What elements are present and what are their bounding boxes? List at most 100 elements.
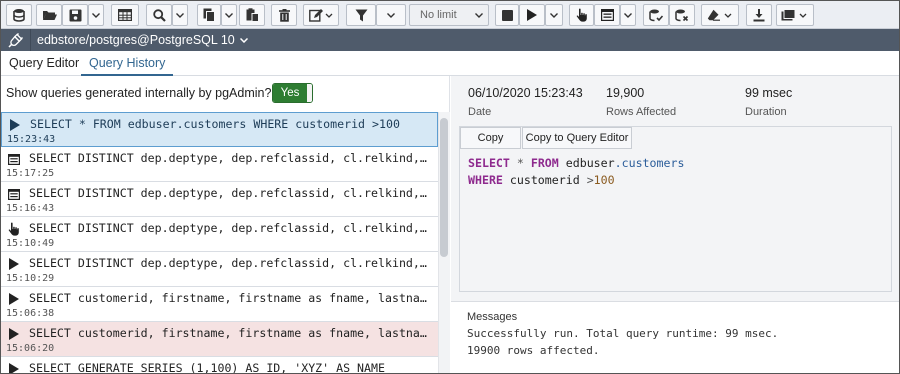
history-entry-time: 15:06:20: [6, 343, 55, 354]
history-entry-error[interactable]: SELECT customerid, firstname, firstname …: [1, 322, 438, 357]
history-entry[interactable]: SELECT DISTINCT dep.deptype, dep.refclas…: [1, 217, 438, 252]
play-icon: [8, 118, 22, 132]
macros-icon[interactable]: [776, 4, 814, 26]
execute-dropdown-chevron-icon[interactable]: [545, 4, 563, 26]
play-icon: [7, 327, 21, 341]
copy-dropdown-chevron-icon[interactable]: [221, 4, 237, 26]
list-explain-icon: [7, 187, 21, 201]
filter-icon[interactable]: [346, 4, 376, 26]
connection-bar[interactable]: edbstore/postgres@PostgreSQL 10: [1, 29, 899, 51]
detail-duration-value: 99 msec: [745, 86, 793, 100]
database-icon[interactable]: [6, 4, 32, 26]
explain-dropdown-chevron-icon[interactable]: [620, 4, 636, 26]
messages-panel: Messages Successfully run. Total query r…: [451, 301, 899, 373]
stop-icon[interactable]: [495, 4, 519, 26]
history-scrollbar-thumb[interactable]: [440, 118, 448, 257]
chevron-down-icon[interactable]: [239, 35, 248, 45]
messages-title: Messages: [467, 311, 518, 323]
history-entry-query: SELECT DISTINCT dep.deptype, dep.refclas…: [29, 221, 427, 235]
detail-rows: 19,900 Rows Affected: [606, 86, 676, 118]
history-entry-time: 15:06:38: [6, 308, 55, 319]
editor-tabs: Query Editor Query History: [1, 51, 899, 76]
detail-date-label: Date: [468, 106, 492, 118]
limit-select-value: No limit: [420, 9, 457, 21]
sql-number: 100: [593, 173, 615, 187]
copy-button[interactable]: Copy: [460, 127, 521, 149]
detail-date-value: 06/10/2020 15:23:43: [468, 86, 583, 100]
history-entry[interactable]: SELECT customerid, firstname, firstname …: [1, 287, 438, 322]
history-entry-query: SELECT * FROM edbuser.customers WHERE cu…: [30, 117, 400, 131]
tab-query-editor[interactable]: Query Editor: [9, 51, 79, 76]
sql-keyword: FROM: [530, 156, 559, 170]
commit-icon[interactable]: [643, 4, 669, 26]
pointer-explain-icon[interactable]: [569, 4, 594, 26]
download-icon[interactable]: [746, 4, 772, 26]
toolbar: No limit: [1, 1, 899, 29]
search-icon[interactable]: [146, 4, 172, 26]
folder-open-icon[interactable]: [36, 4, 62, 26]
trash-icon[interactable]: [271, 4, 297, 26]
sql-column: customerid: [509, 173, 580, 187]
history-entry[interactable]: SELECT DISTINCT dep.deptype, dep.refclas…: [1, 252, 438, 287]
sql-star: *: [516, 156, 524, 170]
query-source-code: SELECT * FROM edbuser.customers WHERE cu…: [468, 155, 684, 189]
tab-query-history[interactable]: Query History: [81, 51, 174, 76]
sql-keyword: WHERE: [468, 173, 503, 187]
history-entry[interactable]: SELECT * FROM edbuser.customers WHERE cu…: [1, 112, 438, 147]
sql-operator: >: [586, 173, 594, 187]
sql-schema: edbuser: [565, 156, 615, 170]
history-list-pane: Show queries generated internally by pgA…: [1, 76, 450, 374]
eraser-icon[interactable]: [701, 4, 739, 26]
history-entry[interactable]: SELECT DISTINCT dep.deptype, dep.refclas…: [1, 147, 438, 182]
paste-icon[interactable]: [239, 4, 265, 26]
list-explain-icon[interactable]: [594, 4, 620, 26]
history-entry-query: SELECT GENERATE_SERIES (1,100) AS ID, 'X…: [29, 361, 385, 374]
history-entry-query: SELECT DISTINCT dep.deptype, dep.refclas…: [29, 256, 427, 270]
play-icon: [7, 292, 21, 306]
rollback-icon[interactable]: [669, 4, 695, 26]
history-list: SELECT * FROM edbuser.customers WHERE cu…: [1, 112, 438, 374]
toggle-on-label: Yes: [273, 84, 307, 102]
history-entry-query: SELECT DISTINCT dep.deptype, dep.refclas…: [29, 186, 427, 200]
detail-rows-value: 19,900: [606, 86, 645, 100]
messages-line: Successfully run. Total query runtime: 9…: [467, 327, 779, 340]
history-entry[interactable]: SELECT GENERATE_SERIES (1,100) AS ID, 'X…: [1, 357, 438, 374]
chevron-down-icon: [475, 12, 483, 18]
show-internal-queries-toggle[interactable]: Yes: [272, 83, 313, 103]
history-entry[interactable]: SELECT DISTINCT dep.deptype, dep.refclas…: [1, 182, 438, 217]
history-entry-time: 15:17:25: [6, 168, 55, 179]
messages-line: 19900 rows affected.: [467, 344, 600, 357]
sql-table: .customers: [614, 156, 685, 170]
save-icon[interactable]: [62, 4, 88, 26]
history-entry-time: 15:23:43: [7, 134, 56, 145]
play-icon[interactable]: [519, 4, 545, 26]
play-icon: [7, 362, 21, 373]
detail-duration: 99 msec Duration: [745, 86, 792, 118]
query-source-box: Copy Copy to Query Editor SELECT * FROM …: [459, 126, 892, 292]
history-entry-query: SELECT customerid, firstname, firstname …: [29, 291, 427, 305]
show-internal-queries-label: Show queries generated internally by pgA…: [6, 86, 272, 100]
filter-dropdown-chevron-icon[interactable]: [376, 4, 406, 26]
query-source-buttons: Copy Copy to Query Editor: [460, 127, 891, 149]
list-explain-icon: [7, 152, 21, 166]
limit-select[interactable]: No limit: [409, 4, 489, 26]
history-detail-pane: 06/10/2020 15:23:43 Date 19,900 Rows Aff…: [451, 76, 899, 373]
toggle-knob: [307, 84, 312, 102]
connection-plug-icon: [1, 29, 31, 51]
sql-keyword: SELECT: [468, 156, 510, 170]
history-entry-query: SELECT customerid, firstname, firstname …: [29, 326, 427, 340]
table-grid-icon[interactable]: [111, 4, 139, 26]
copy-icon[interactable]: [197, 4, 221, 26]
detail-duration-label: Duration: [745, 106, 787, 118]
edit-icon[interactable]: [303, 4, 339, 26]
history-entry-query: SELECT DISTINCT dep.deptype, dep.refclas…: [29, 151, 427, 165]
copy-to-query-editor-button[interactable]: Copy to Query Editor: [522, 127, 632, 149]
query-tool-window: No limit edbstore/postgres@PostgreSQL 10…: [0, 0, 900, 374]
history-entry-time: 15:16:43: [6, 203, 55, 214]
history-entry-time: 15:10:49: [6, 238, 55, 249]
search-dropdown-chevron-icon[interactable]: [172, 4, 188, 26]
save-dropdown-chevron-icon[interactable]: [88, 4, 104, 26]
detail-date: 06/10/2020 15:23:43 Date: [468, 86, 583, 118]
detail-rows-label: Rows Affected: [606, 106, 677, 118]
connection-label[interactable]: edbstore/postgres@PostgreSQL 10: [31, 33, 235, 47]
